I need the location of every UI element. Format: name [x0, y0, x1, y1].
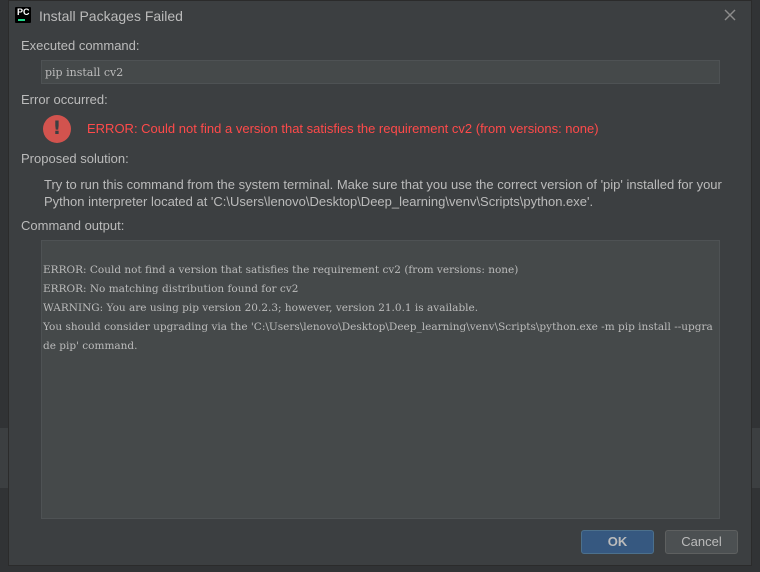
proposed-solution-text: Try to run this command from the system …: [44, 177, 722, 209]
output-line: ERROR: Could not find a version that sat…: [43, 264, 519, 276]
executed-command-label: Executed command:: [21, 38, 140, 53]
command-output-label: Command output:: [21, 218, 125, 233]
ok-button[interactable]: OK: [581, 530, 654, 554]
close-icon[interactable]: [723, 8, 737, 22]
error-icon: !: [43, 115, 71, 143]
error-occurred-label: Error occurred:: [21, 92, 108, 107]
dialog-title: Install Packages Failed: [39, 8, 183, 24]
output-line: WARNING: You are using pip version 20.2.…: [43, 302, 479, 314]
executed-command-field[interactable]: pip install cv2: [41, 60, 720, 84]
executed-command-value: pip install cv2: [45, 66, 124, 79]
proposed-solution-label: Proposed solution:: [21, 151, 129, 166]
output-line: ERROR: No matching distribution found fo…: [43, 283, 299, 295]
error-message: ERROR: Could not find a version that sat…: [87, 121, 599, 136]
command-output-area[interactable]: ERROR: Could not find a version that sat…: [41, 240, 720, 519]
pycharm-icon: PC: [15, 7, 31, 23]
output-line: You should consider upgrading via the 'C…: [43, 321, 713, 352]
install-failed-dialog: PC Install Packages Failed Executed comm…: [8, 0, 752, 566]
cancel-button[interactable]: Cancel: [665, 530, 738, 554]
title-bar[interactable]: PC Install Packages Failed: [9, 1, 751, 31]
